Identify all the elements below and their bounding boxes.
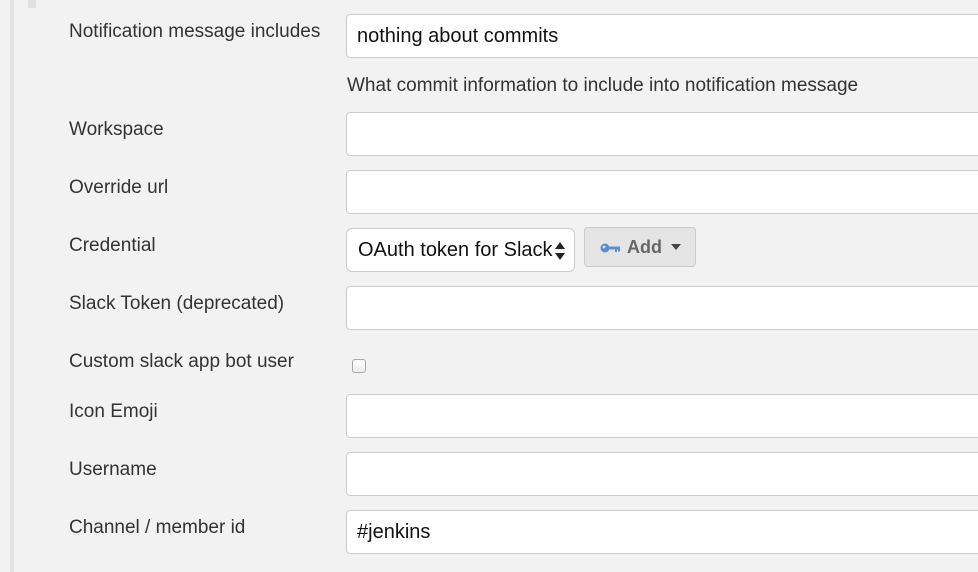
credential-label: Credential	[69, 235, 156, 256]
select-arrows-icon	[555, 242, 565, 260]
notification-message-help: What commit information to include into …	[347, 75, 859, 96]
username-input[interactable]	[346, 452, 978, 496]
form-left-border	[10, 0, 14, 572]
credential-select[interactable]: OAuth token for Slack	[346, 228, 575, 272]
icon-emoji-label: Icon Emoji	[69, 401, 158, 422]
workspace-label: Workspace	[69, 119, 164, 140]
caret-down-icon	[671, 244, 681, 250]
credential-select-value: OAuth token for Slack	[358, 238, 553, 261]
channel-label: Channel / member id	[69, 517, 246, 538]
override-url-input[interactable]	[346, 170, 978, 214]
override-url-label: Override url	[69, 177, 169, 198]
channel-input[interactable]	[346, 510, 978, 554]
username-label: Username	[69, 459, 157, 480]
slack-token-input[interactable]	[346, 286, 978, 330]
workspace-input[interactable]	[346, 112, 978, 156]
custom-bot-user-checkbox[interactable]	[352, 359, 366, 373]
notification-message-input[interactable]	[346, 14, 978, 58]
key-icon	[600, 243, 620, 253]
notification-message-label: Notification message includes	[69, 21, 321, 42]
custom-bot-user-label: Custom slack app bot user	[69, 351, 294, 372]
icon-emoji-input[interactable]	[346, 394, 978, 438]
add-button-label: Add	[627, 237, 662, 257]
add-credential-button[interactable]: Add	[584, 227, 696, 267]
slack-token-label: Slack Token (deprecated)	[69, 293, 285, 314]
form-corner-marker	[28, 0, 36, 8]
